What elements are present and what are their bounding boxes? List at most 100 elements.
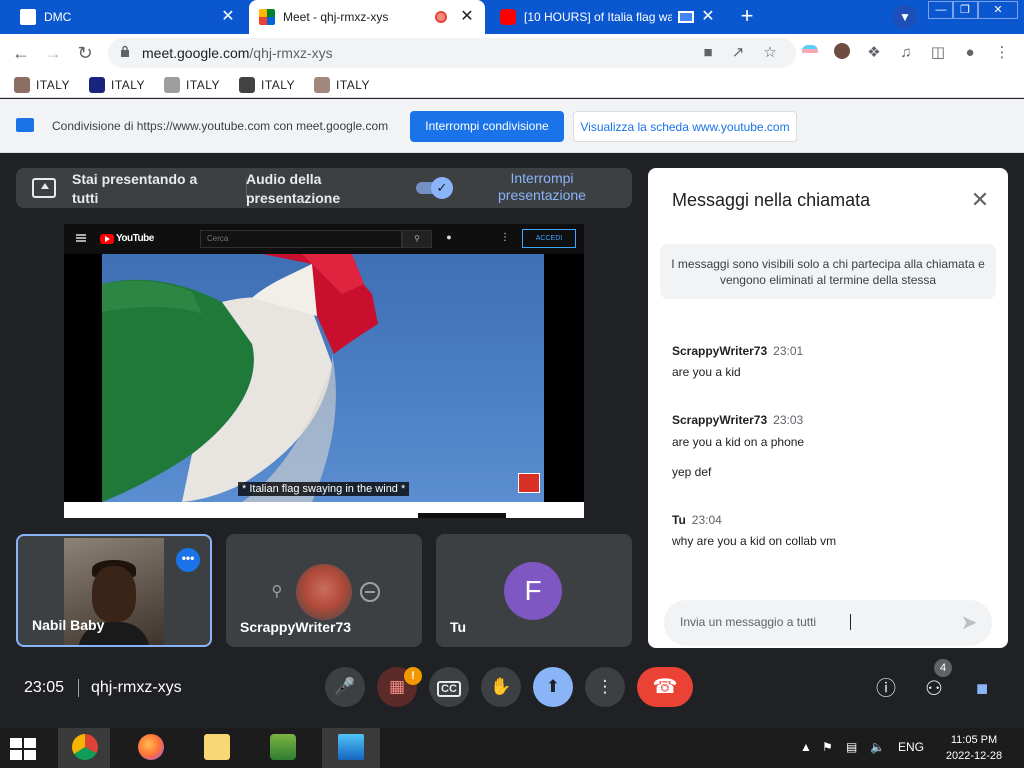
extensions-puzzle-icon[interactable]: ❖	[864, 43, 884, 63]
present-button[interactable]: ⬆	[533, 667, 573, 707]
raise-hand-button[interactable]: ✋	[481, 667, 521, 707]
chat-icon[interactable]: ■	[970, 677, 994, 701]
presenting-bar: Stai presentando a tutti Audio della pre…	[16, 168, 632, 208]
extension-avatar-icon[interactable]	[832, 43, 852, 63]
taskbar-clock[interactable]: 11:05 PM 2022-12-28	[938, 732, 1010, 764]
bookmarks-bar: ITALY ITALY ITALY ITALY ITALY	[0, 72, 1024, 98]
side-panel-icon[interactable]: ◫	[928, 43, 948, 63]
camera-in-use-icon[interactable]: ■	[698, 43, 718, 63]
chat-notice: I messaggi sono visibili solo a chi part…	[660, 244, 996, 299]
people-icon[interactable]: ⚇	[922, 677, 946, 701]
send-icon[interactable]: ➤	[958, 612, 980, 634]
message-time: 23:03	[773, 413, 804, 427]
close-tab-icon[interactable]: ✕	[459, 9, 475, 25]
tray-chevron-icon[interactable]: ▲	[800, 740, 812, 754]
close-tab-icon[interactable]: ✕	[220, 9, 236, 25]
participant-tile-self[interactable]: F Tu	[436, 534, 632, 647]
volume-icon[interactable]: 🔈	[870, 740, 885, 754]
more-options-button[interactable]: ⋮	[585, 667, 625, 707]
participant-tile-scrappy[interactable]: ⚲ ScrappyWriter73	[226, 534, 422, 647]
restore-button[interactable]: ❐	[952, 1, 978, 19]
more-menu-icon[interactable]: ⋮	[992, 43, 1012, 63]
reload-icon[interactable]: ↻	[74, 43, 96, 65]
bookmark-star-icon[interactable]: ☆	[760, 43, 780, 63]
text-cursor	[850, 614, 858, 630]
pin-icon[interactable]: ⚲	[270, 582, 284, 600]
divider	[78, 679, 79, 697]
more-vert-icon: ⋮	[596, 677, 614, 696]
info-icon[interactable]: ⓘ	[874, 677, 898, 701]
taskbar-image-viewer[interactable]	[322, 728, 380, 768]
bookmark-label: ITALY	[336, 78, 371, 92]
bookmark-item[interactable]: ITALY	[164, 76, 220, 94]
tab-dmc[interactable]: DMC ✕	[10, 0, 246, 34]
taskbar-firefox[interactable]	[124, 728, 176, 768]
remove-icon[interactable]	[360, 582, 380, 602]
stop-sharing-button[interactable]: Interrompi condivisione	[410, 111, 564, 142]
progress-bar	[418, 513, 506, 518]
bookmark-label: ITALY	[261, 78, 296, 92]
chrome-icon	[72, 734, 98, 760]
participant-tile-nabil[interactable]: ••• Nabil Baby	[16, 534, 212, 647]
captions-button[interactable]: CC	[429, 667, 469, 707]
bookmark-item[interactable]: ITALY	[89, 76, 145, 94]
bookmark-label: ITALY	[111, 78, 146, 92]
tab-youtube[interactable]: [10 HOURS] of Italia flag wa ✕	[490, 0, 726, 34]
windows-taskbar: ▲ ⚑ ▤ 🔈 ENG 11:05 PM 2022-12-28	[0, 728, 1024, 768]
tab-title: DMC	[44, 10, 72, 24]
bookmark-item[interactable]: ITALY	[239, 76, 295, 94]
media-control-icon[interactable]: ♫	[896, 43, 916, 63]
channel-watermark-icon	[518, 473, 540, 493]
network-icon[interactable]: ▤	[846, 740, 857, 754]
share-icon[interactable]: ↗	[728, 43, 748, 63]
flag-icon[interactable]: ⚑	[822, 740, 833, 754]
chat-message-input[interactable]: Invia un messaggio a tutti ➤	[664, 600, 992, 646]
bookmark-favicon-icon	[164, 77, 180, 93]
share-screen-icon	[16, 118, 34, 132]
meet-main: Stai presentando a tutti Audio della pre…	[0, 153, 1024, 728]
dmc-favicon-icon	[20, 9, 36, 25]
bookmark-item[interactable]: ITALY	[314, 76, 370, 94]
url-path: /qhj-rmxz-xys	[249, 45, 333, 61]
address-bar[interactable]: meet.google.com/qhj-rmxz-xys ■ ↗ ☆	[108, 38, 796, 68]
tab-search-chevron-icon[interactable]: ▼	[893, 5, 917, 29]
folder-icon	[204, 734, 230, 760]
minimize-button[interactable]: —	[928, 1, 954, 19]
participant-name: Nabil Baby	[32, 617, 105, 633]
chat-panel: Messaggi nella chiamata ✕ I messaggi son…	[648, 168, 1008, 648]
language-indicator[interactable]: ENG	[898, 740, 924, 754]
windows-start-icon[interactable]	[10, 738, 38, 760]
taskbar-explorer[interactable]	[190, 728, 242, 768]
new-tab-button[interactable]: +	[734, 5, 760, 29]
tab-title: [10 HOURS] of Italia flag wa	[524, 10, 672, 24]
youtube-mic-icon: ●	[446, 232, 452, 242]
microphone-button[interactable]: 🎤	[325, 667, 365, 707]
profile-icon[interactable]: ●	[960, 43, 980, 63]
tab-meet[interactable]: Meet - qhj-rmxz-xys ✕	[249, 0, 485, 34]
bookmark-label: ITALY	[186, 78, 221, 92]
hamburger-menu-icon	[76, 234, 86, 242]
italian-flag-video	[102, 254, 544, 502]
view-tab-button[interactable]: Visualizza la scheda www.youtube.com	[573, 111, 797, 142]
stop-presenting-button[interactable]: Interrompi presentazione	[484, 170, 600, 204]
close-tab-icon[interactable]: ✕	[700, 9, 716, 25]
taskbar-chrome[interactable]	[58, 728, 110, 768]
checkmark-icon: ✓	[431, 177, 453, 199]
leave-call-button[interactable]: ☎	[637, 667, 693, 707]
camera-warning-badge: !	[404, 667, 422, 685]
url-host: meet.google.com	[142, 45, 250, 61]
forward-arrow-icon[interactable]: →	[42, 43, 64, 65]
hand-icon: ✋	[490, 677, 512, 696]
close-icon[interactable]: ✕	[968, 188, 992, 212]
firefox-icon	[138, 734, 164, 760]
bookmark-favicon-icon	[314, 77, 330, 93]
more-options-icon[interactable]: •••	[176, 548, 200, 572]
back-arrow-icon[interactable]: ←	[10, 43, 32, 65]
bookmark-item[interactable]: ITALY	[14, 76, 70, 94]
people-count-badge: 4	[934, 659, 952, 677]
taskbar-network-app[interactable]	[256, 728, 308, 768]
extension-flag-icon[interactable]	[800, 43, 820, 63]
video-face	[92, 566, 136, 622]
presentation-audio-toggle[interactable]: ✓	[416, 177, 453, 199]
close-window-button[interactable]: ✕	[978, 1, 1018, 19]
